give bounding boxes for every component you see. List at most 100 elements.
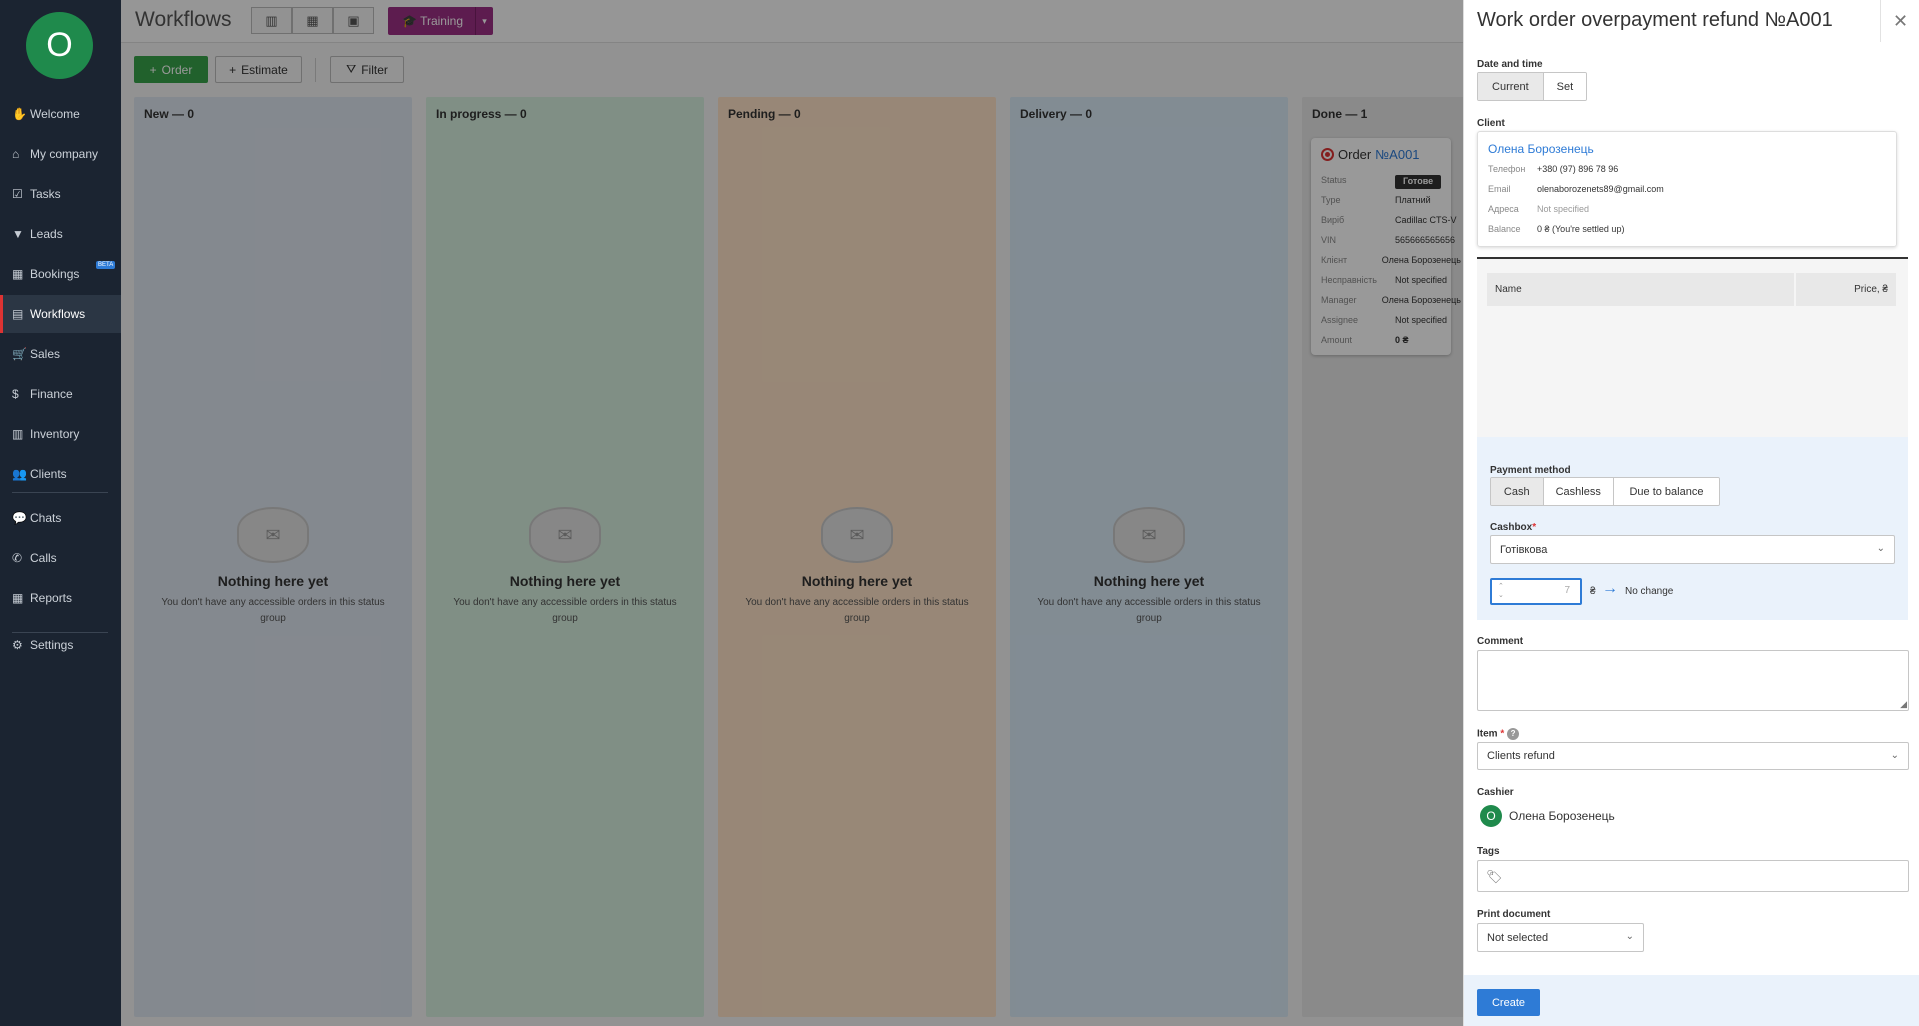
client-label: Client [1477,118,1505,129]
sidebar-item-inventory[interactable]: ▥ Inventory [0,415,121,453]
chevron-down-icon: ⌄ [1890,750,1899,761]
date-time-label: Date and time [1477,59,1543,70]
item-value: Clients refund [1487,750,1555,762]
sidebar-item-label: Leads [30,227,63,241]
panel-title: Work order overpayment refund №A001 [1477,9,1833,31]
beta-badge: BETA [96,261,116,269]
comment-textarea[interactable]: ◢ [1477,650,1909,711]
sidebar-item-calls[interactable]: ✆ Calls [0,539,121,577]
cashless-option[interactable]: Cashless [1543,478,1614,505]
help-icon[interactable]: ? [1507,728,1520,740]
client-info-row: Адреса Not specified [1488,204,1589,218]
spinner-icon[interactable]: ⌃ ⌄ [1498,582,1504,600]
phone-icon: ✆ [12,551,23,565]
amount-input[interactable]: ⌃ ⌄ 7 [1490,578,1582,605]
sidebar-item-leads[interactable]: ▼ Leads [0,215,121,253]
sidebar-item-chats[interactable]: 💬 Chats [0,499,121,537]
cashier-label: Cashier [1477,787,1514,798]
chevron-down-icon: ⌄ [1625,931,1634,942]
sidebar-item-label: Chats [30,511,62,525]
client-info-key: Email [1488,184,1511,194]
amount-value: 7 [1564,585,1570,596]
sidebar-divider [12,632,108,633]
sidebar-item-label: Finance [30,387,73,401]
close-button[interactable]: ✕ [1880,0,1919,42]
sidebar-item-label: Clients [30,467,67,481]
name-column-header[interactable]: Name [1487,273,1796,306]
sidebar-item-label: Settings [30,638,74,652]
payment-method-label: Payment method [1490,465,1571,476]
tags-label: Tags [1477,846,1500,857]
client-name-link[interactable]: Олена Борозенець [1488,142,1594,156]
finance-icon: $ [12,387,19,401]
sidebar-item-label: Bookings [30,267,80,281]
client-info-key: Телефон [1488,164,1526,174]
sidebar-divider [12,492,108,493]
reports-icon: ▦ [12,591,24,605]
balance-change-text: No change [1625,586,1674,597]
resize-handle-icon[interactable]: ◢ [1900,699,1907,710]
client-info-key: Адреса [1488,204,1519,214]
payment-method-toggle: Cash Cashless Due to balance [1490,477,1720,506]
sidebar-item-finance[interactable]: $ Finance [0,375,121,413]
refund-panel: Work order overpayment refund №A001 ✕ Da… [1463,0,1919,1026]
arrow-right-icon: → [1602,580,1618,597]
close-icon: ✕ [1892,10,1909,31]
sidebar-item-clients[interactable]: 👥 Clients [0,455,121,493]
gear-icon: ⚙ [12,638,23,652]
currency-symbol: ₴ [1590,586,1596,597]
sidebar-item-label: Inventory [30,427,80,441]
due-to-balance-option[interactable]: Due to balance [1613,478,1719,505]
sidebar-item-bookings[interactable]: ▦ Bookings BETA [0,255,121,293]
client-info-value[interactable]: +380 (97) 896 78 96 [1537,164,1618,178]
tags-input[interactable]: 🏷 [1477,860,1909,892]
sidebar-item-welcome[interactable]: ✋ Welcome [0,95,121,133]
user-avatar[interactable]: O [26,12,93,79]
sidebar-item-reports[interactable]: ▦ Reports [0,579,121,617]
inventory-icon: ▥ [12,427,24,441]
cashier-name: Олена Борозенець [1509,809,1615,823]
sidebar: O ✋ Welcome ⌂ My company ☑ Tasks ▼ Leads ▦ Bookin… [0,0,121,1026]
client-info-value: Not specified [1537,204,1590,214]
sidebar-item-label: Sales [30,347,61,361]
print-document-value: Not selected [1487,931,1549,944]
items-table-header: Name Price, ₴ [1487,273,1896,306]
date-set-option[interactable]: Set [1543,73,1586,100]
client-info-value: 0 ₴ (You're settled up) [1537,224,1625,234]
chat-icon: 💬 [12,511,27,525]
sidebar-item-tasks[interactable]: ☑ Tasks [0,175,121,213]
sidebar-item-label: Calls [30,551,57,565]
client-info-value[interactable]: olenaborozenets89@gmail.com [1537,184,1664,198]
cashbox-label: Cashbox* [1490,522,1537,533]
funnel-icon: ▼ [12,227,24,241]
item-label: Item * ? [1477,728,1520,740]
payment-section: Payment method Cash Cashless Due to bala… [1477,437,1908,620]
client-info-row: Email olenaborozenets89@gmail.com [1488,184,1664,198]
tasks-icon: ☑ [12,187,23,201]
cart-icon: 🛒 [12,347,27,361]
price-column-header[interactable]: Price, ₴ [1796,273,1896,306]
date-current-option[interactable]: Current [1478,73,1544,100]
client-card: Олена Борозенець Телефон +380 (97) 896 78… [1477,131,1897,247]
cashier-avatar: O [1480,805,1502,827]
home-icon: ⌂ [12,147,20,161]
cash-option[interactable]: Cash [1491,478,1544,505]
print-document-select[interactable]: Not selected ⌄ [1477,923,1644,952]
cashbox-select[interactable]: Готівкова ⌄ [1490,535,1895,564]
print-document-label: Print document [1477,909,1551,920]
chevron-down-icon: ⌄ [1876,543,1885,554]
app-root: O ✋ Welcome ⌂ My company ☑ Tasks ▼ Leads ▦ Bookin… [0,0,1919,1026]
sidebar-item-label: Reports [30,591,73,605]
sidebar-item-workflows[interactable]: ▤ Workflows [0,295,121,333]
sidebar-item-label: Welcome [30,107,80,121]
sidebar-item-sales[interactable]: 🛒 Sales [0,335,121,373]
sidebar-item-my-company[interactable]: ⌂ My company [0,135,121,173]
item-select[interactable]: Clients refund ⌄ [1477,742,1909,770]
client-info-row: Телефон +380 (97) 896 78 96 [1488,164,1618,178]
modal-backdrop[interactable] [121,0,1463,1026]
workflows-icon: ▤ [12,307,24,321]
create-button[interactable]: Create [1477,989,1540,1016]
comment-label: Comment [1477,636,1524,647]
date-time-toggle: Current Set [1477,72,1587,101]
client-info-key: Balance [1488,224,1521,234]
